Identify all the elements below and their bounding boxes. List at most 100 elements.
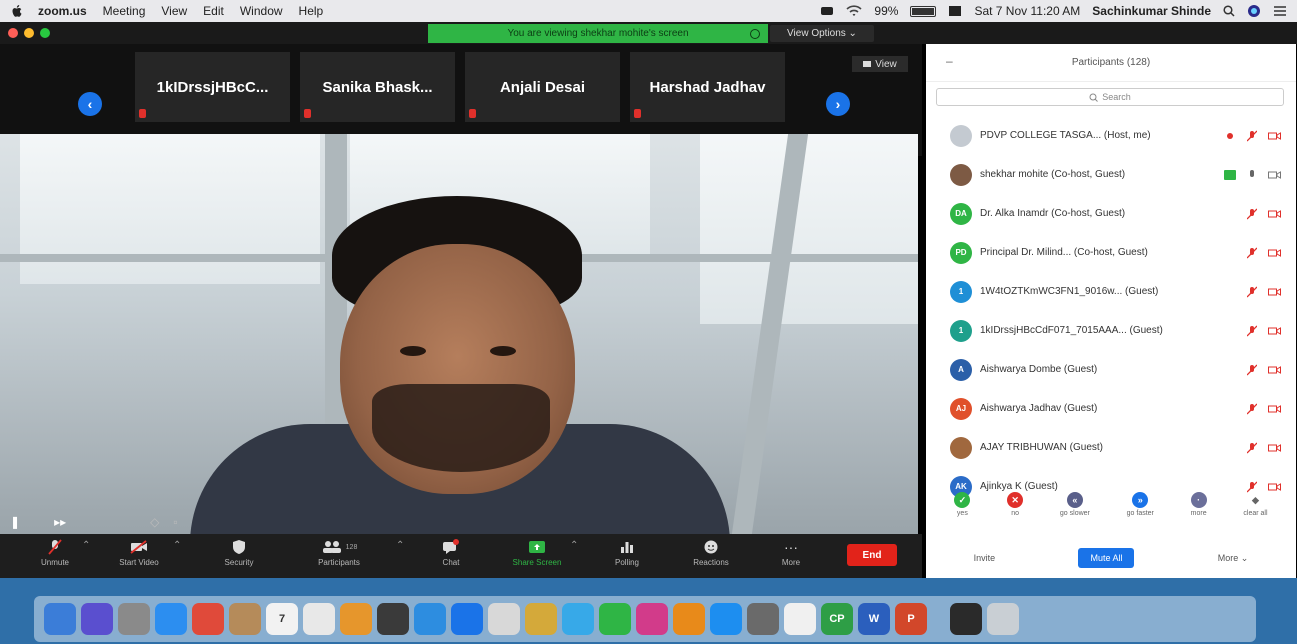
dock-app-icon[interactable]: 7: [266, 603, 298, 635]
participant-row[interactable]: 1 1W4tOZTKmWC3FN1_9016w... (Guest): [926, 272, 1296, 311]
dock-app-icon[interactable]: [488, 603, 520, 635]
pause-icon[interactable]: ❚: [10, 515, 20, 529]
minimize-window-button[interactable]: [24, 28, 34, 38]
share-screen-button[interactable]: Share Screen: [498, 538, 576, 576]
banner-info-icon[interactable]: [750, 28, 760, 39]
participant-row[interactable]: PDVP COLLEGE TASGA... (Host, me): [926, 116, 1296, 155]
video-off-icon[interactable]: [1266, 365, 1282, 375]
go-slower-button[interactable]: « go slower: [1060, 492, 1090, 532]
muted-mic-icon[interactable]: [1244, 247, 1260, 259]
audio-options-chevron-icon[interactable]: ⌃: [82, 540, 90, 551]
menu-window[interactable]: Window: [240, 4, 283, 18]
dock-app-icon[interactable]: [525, 603, 557, 635]
thumbnail-2[interactable]: Sanika Bhask...: [300, 52, 455, 122]
export-icon[interactable]: ▫: [173, 515, 177, 529]
dock-app-icon[interactable]: [950, 603, 982, 635]
mute-all-button[interactable]: Mute All: [1078, 548, 1135, 568]
more-button[interactable]: ··· More: [752, 538, 830, 576]
menu-app[interactable]: zoom.us: [38, 4, 87, 18]
video-off-icon[interactable]: [1266, 248, 1282, 258]
dock-app-icon[interactable]: [710, 603, 742, 635]
siri-icon[interactable]: [1247, 4, 1261, 18]
thumbnail-4[interactable]: Harshad Jadhav: [630, 52, 785, 122]
video-off-icon[interactable]: [1266, 287, 1282, 297]
participants-chevron-icon[interactable]: ⌃: [396, 540, 404, 551]
dock-app-icon[interactable]: [229, 603, 261, 635]
dock-app-icon[interactable]: [155, 603, 187, 635]
muted-mic-icon[interactable]: [1244, 130, 1260, 142]
share-options-chevron-icon[interactable]: ⌃: [570, 540, 578, 551]
dock-app-icon[interactable]: [303, 603, 335, 635]
video-off-icon[interactable]: [1266, 131, 1282, 141]
video-off-icon[interactable]: [1266, 482, 1282, 492]
reactions-button[interactable]: Reactions: [672, 538, 750, 576]
participants-button[interactable]: 128 Participants: [300, 538, 378, 576]
screen-share-icon[interactable]: [948, 5, 962, 17]
view-button[interactable]: View: [852, 56, 908, 72]
video-off-icon[interactable]: [1266, 443, 1282, 453]
dock-app-icon[interactable]: [340, 603, 372, 635]
chat-button[interactable]: Chat: [412, 538, 490, 576]
dock-app-icon[interactable]: [81, 603, 113, 635]
invite-button[interactable]: Invite: [962, 548, 1008, 568]
participant-row[interactable]: PD Principal Dr. Milind... (Co-host, Gue…: [926, 233, 1296, 272]
start-video-button[interactable]: Start Video: [100, 538, 178, 576]
video-off-icon[interactable]: [1266, 209, 1282, 219]
wifi-icon[interactable]: [846, 5, 862, 17]
zoom-window-button[interactable]: [40, 28, 50, 38]
participant-row[interactable]: AJ Aishwarya Jadhav (Guest): [926, 389, 1296, 428]
participant-row[interactable]: A Aishwarya Dombe (Guest): [926, 350, 1296, 389]
participant-row[interactable]: 1 1kIDrssjHBcCdF071_7015AAA... (Guest): [926, 311, 1296, 350]
dock-app-icon[interactable]: [377, 603, 409, 635]
video-icon[interactable]: [1266, 170, 1282, 180]
menu-edit[interactable]: Edit: [203, 4, 224, 18]
participant-row[interactable]: AJAY TRIBHUWAN (Guest): [926, 428, 1296, 467]
security-button[interactable]: Security: [200, 538, 278, 576]
participant-row[interactable]: DA Dr. Alka Inamdr (Co-host, Guest): [926, 194, 1296, 233]
dock-app-icon[interactable]: CP: [821, 603, 853, 635]
dock-app-icon[interactable]: [636, 603, 668, 635]
video-options-chevron-icon[interactable]: ⌃: [173, 540, 181, 551]
muted-mic-icon[interactable]: [1244, 442, 1260, 454]
participant-row[interactable]: shekhar mohite (Co-host, Guest): [926, 155, 1296, 194]
muted-mic-icon[interactable]: [1244, 208, 1260, 220]
polling-button[interactable]: Polling: [588, 538, 666, 576]
video-off-icon[interactable]: [1266, 326, 1282, 336]
participant-search-input[interactable]: Search: [936, 88, 1284, 106]
dock-app-icon[interactable]: [118, 603, 150, 635]
datetime[interactable]: Sat 7 Nov 11:20 AM: [974, 4, 1080, 18]
menu-help[interactable]: Help: [299, 4, 324, 18]
dock-app-icon[interactable]: [599, 603, 631, 635]
dock-app-icon[interactable]: [192, 603, 224, 635]
user-name[interactable]: Sachinkumar Shinde: [1092, 4, 1211, 18]
microphone-icon[interactable]: [1244, 169, 1260, 181]
dock-app-icon[interactable]: [987, 603, 1019, 635]
dock-app-icon[interactable]: [451, 603, 483, 635]
close-window-button[interactable]: [8, 28, 18, 38]
dock-app-icon[interactable]: [562, 603, 594, 635]
apple-icon[interactable]: [10, 4, 24, 18]
thumbnail-3[interactable]: Anjali Desai: [465, 52, 620, 122]
thumbnail-1[interactable]: 1kIDrssjHBcC...: [135, 52, 290, 122]
clear-all-button[interactable]: ◆ clear all: [1243, 492, 1268, 532]
dock-app-icon[interactable]: [44, 603, 76, 635]
dock-app-icon[interactable]: W: [858, 603, 890, 635]
dock-app-icon[interactable]: [784, 603, 816, 635]
dock-app-icon[interactable]: [414, 603, 446, 635]
minimize-panel-icon[interactable]: –: [946, 54, 953, 68]
zoom-status-icon[interactable]: [820, 5, 834, 17]
video-off-icon[interactable]: [1266, 404, 1282, 414]
muted-mic-icon[interactable]: [1244, 364, 1260, 376]
next-page-button[interactable]: ›: [826, 92, 850, 116]
menu-view[interactable]: View: [161, 4, 187, 18]
dock-app-icon[interactable]: [747, 603, 779, 635]
yes-reaction-button[interactable]: ✓ yes: [954, 492, 971, 532]
spotlight-icon[interactable]: [1223, 5, 1235, 17]
menu-meeting[interactable]: Meeting: [103, 4, 146, 18]
previous-page-button[interactable]: ‹: [78, 92, 102, 116]
muted-mic-icon[interactable]: [1244, 481, 1260, 493]
battery-icon[interactable]: [910, 5, 937, 17]
muted-mic-icon[interactable]: [1244, 325, 1260, 337]
more-reactions-button[interactable]: · more: [1190, 492, 1207, 532]
muted-mic-icon[interactable]: [1244, 286, 1260, 298]
